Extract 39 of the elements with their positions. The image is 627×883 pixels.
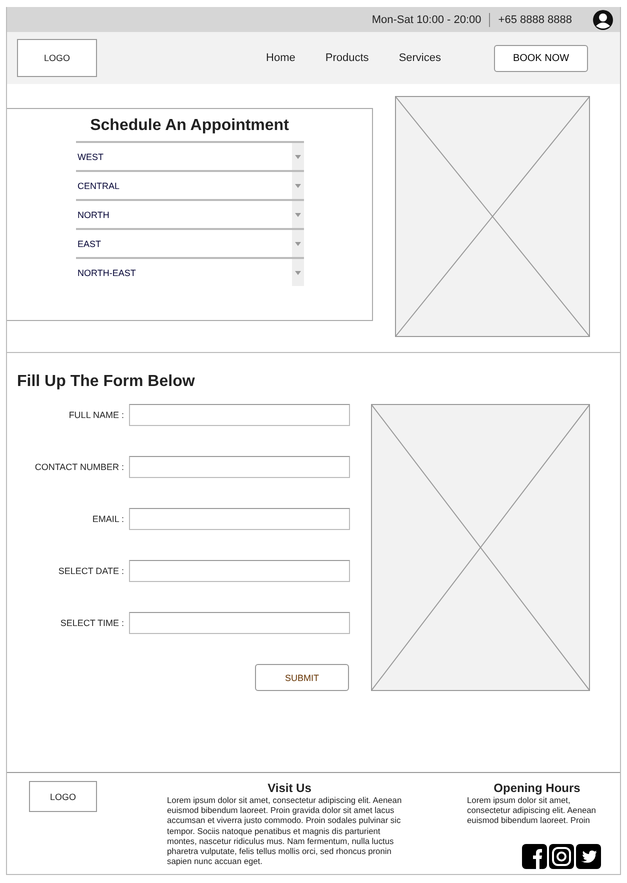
region-dropdown[interactable]: CENTRAL	[76, 170, 304, 199]
region-dropdown[interactable]: NORTH-EAST	[76, 257, 304, 286]
footer-heading: Visit Us	[266, 781, 312, 795]
submit-button[interactable]: SUBMIT	[255, 664, 349, 691]
caret-icon	[294, 242, 300, 246]
section-title: Fill Up The Form Below	[17, 373, 196, 391]
region-dropdown[interactable]: EAST	[76, 228, 304, 257]
facebook-icon[interactable]	[522, 844, 547, 869]
input-field[interactable]	[129, 456, 350, 478]
field-label: SELECT TIME :	[59, 618, 125, 628]
user-icon[interactable]	[592, 8, 614, 30]
instagram-icon[interactable]	[549, 844, 574, 869]
field-label: EMAIL :	[91, 514, 125, 524]
caret-icon	[294, 270, 300, 274]
region-dropdown[interactable]: NORTH	[76, 199, 304, 228]
nav-link[interactable]: Services	[398, 52, 441, 64]
nav-link[interactable]: Home	[266, 52, 296, 64]
hours-text: Mon-Sat 10:00 - 20:00	[372, 14, 482, 26]
footer-text: Lorem ipsum dolor sit amet, consectetur adipiscing elit. Aenean euismod bibendum laoreet. Proin gravida dolor sit amet lacus accumsan et viverra justo commodo. Proin sodales pulvinar sic tempor. Sociis natoque penatibus et magnis dis parturient montes, nascetur ridiculus mus. Nam fermentum, nulla luctus pharetra vulputate, felis tellus mollis orci, sed rhoncus pronin sapien nunc accuan eget.	[167, 795, 403, 866]
caret-icon	[294, 212, 300, 216]
field-label: SELECT DATE :	[57, 566, 125, 576]
bird-icon[interactable]	[576, 844, 601, 869]
caret-icon	[294, 154, 300, 158]
footer-text: Lorem ipsum dolor sit amet, consectetur adipiscing elit. Aenean euismod bibendum laoreet. Proin	[467, 795, 597, 826]
book-now-button[interactable]: BOOK NOW	[494, 44, 588, 72]
phone-number: +65 8888 8888	[498, 14, 572, 26]
input-field[interactable]	[129, 508, 350, 530]
input-field[interactable]	[129, 560, 350, 582]
caret-icon	[294, 184, 300, 188]
region-dropdown[interactable]: WEST	[76, 141, 304, 170]
logo[interactable]: LOGO	[29, 781, 97, 812]
input-field[interactable]	[129, 612, 350, 634]
input-field[interactable]	[129, 404, 350, 426]
field-label: FULL NAME :	[68, 410, 125, 420]
field-label: CONTACT NUMBER :	[34, 462, 125, 472]
section-title: Schedule An Appointment	[90, 117, 289, 135]
logo[interactable]: LOGO	[17, 39, 97, 77]
nav-link[interactable]: Products	[325, 52, 369, 64]
footer-heading: Opening Hours	[492, 781, 582, 795]
